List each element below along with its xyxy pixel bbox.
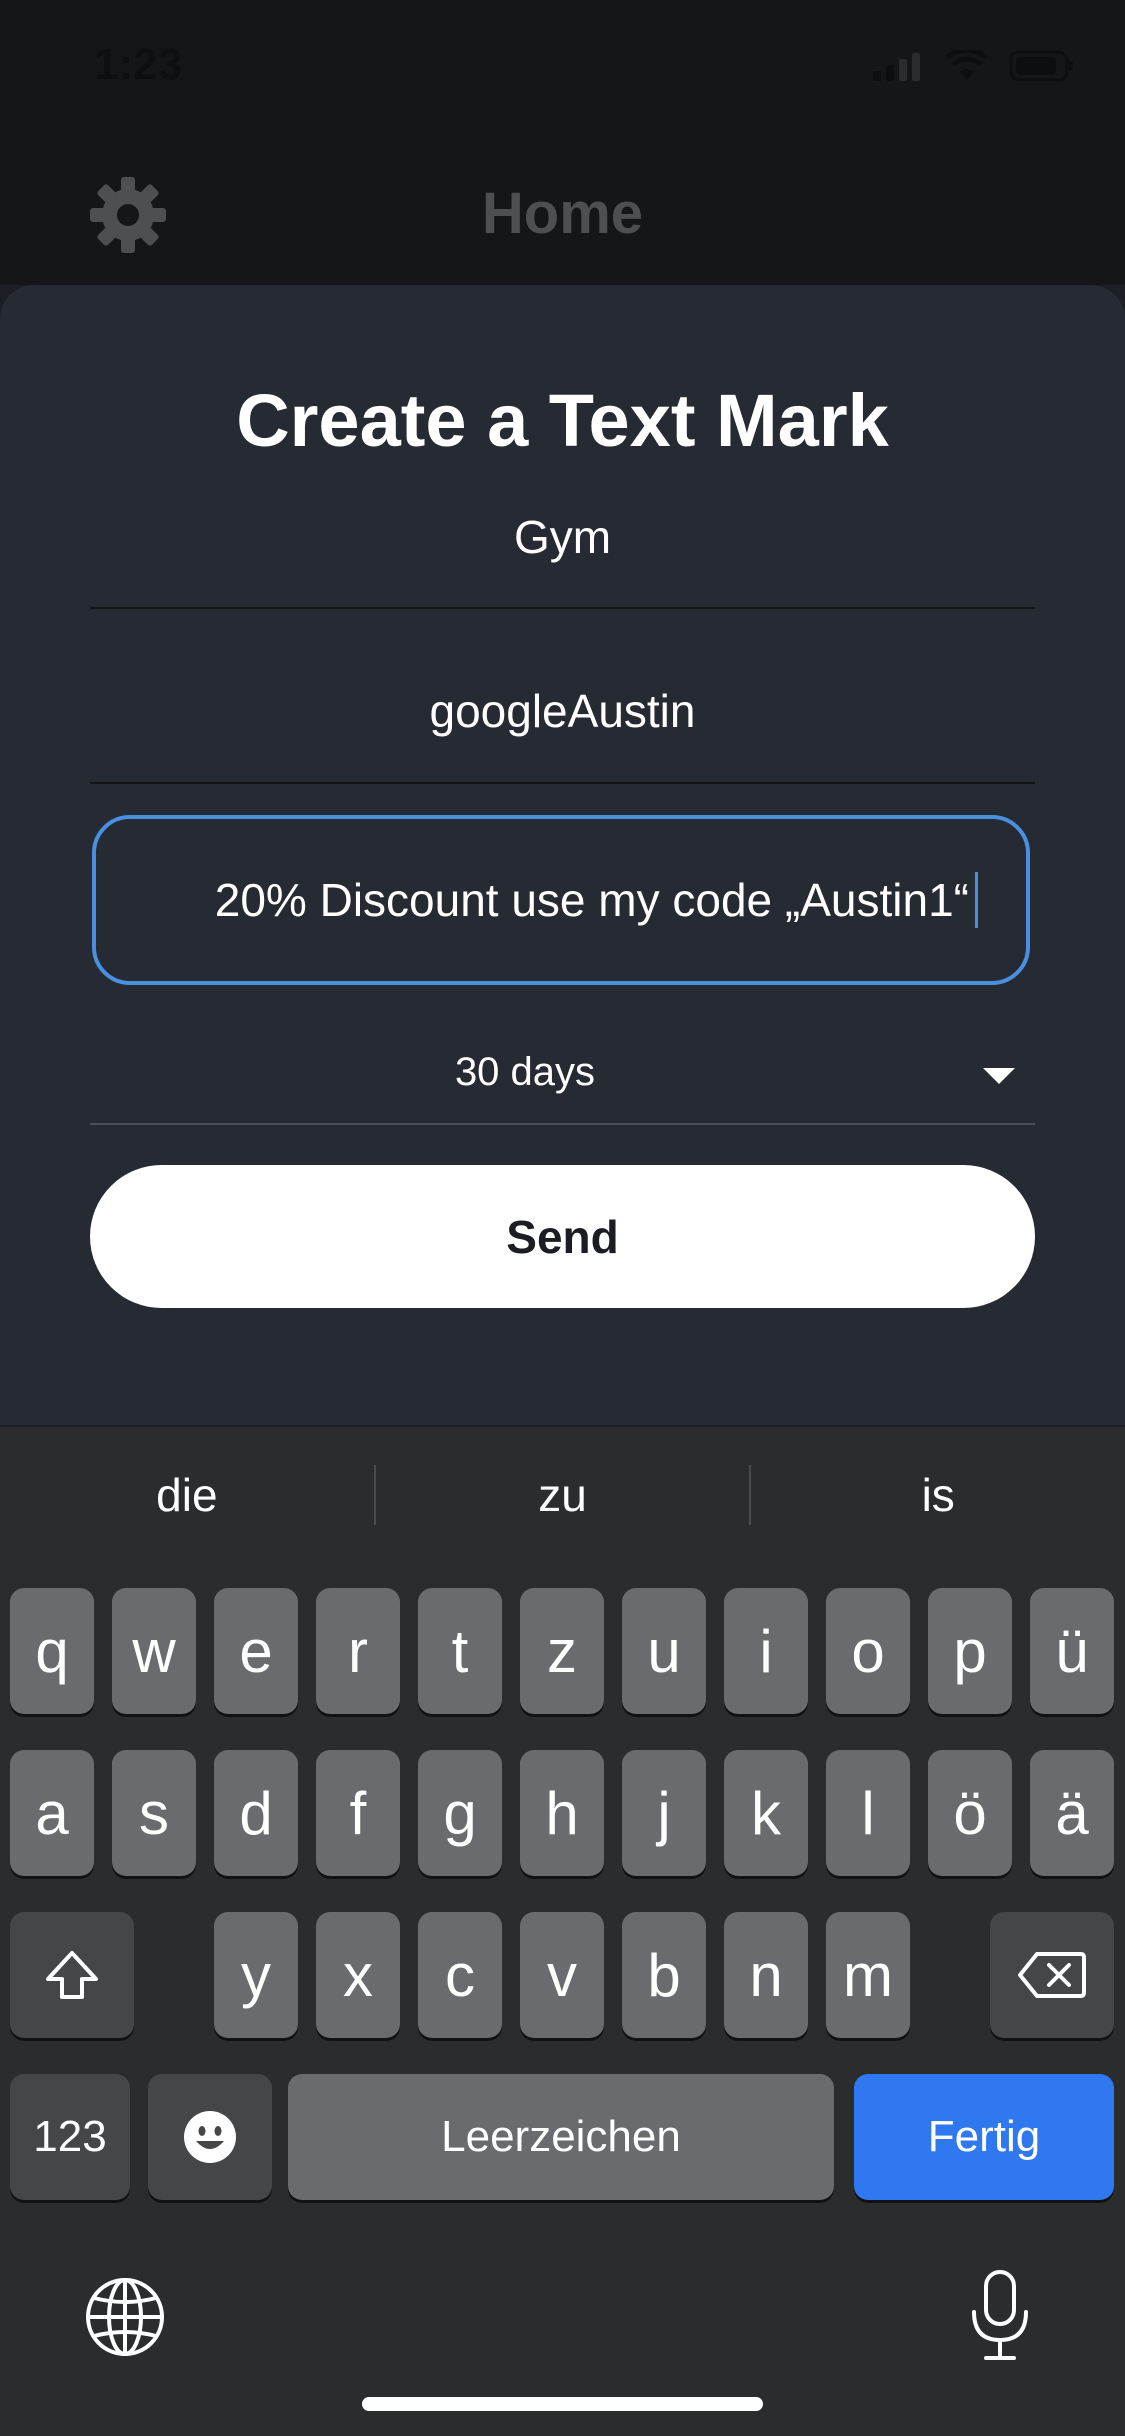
key-z[interactable]: z <box>520 1588 604 1714</box>
suggestion-item[interactable]: is <box>751 1440 1125 1550</box>
key-a-umlaut[interactable]: ä <box>1030 1750 1114 1876</box>
duration-dropdown[interactable]: 30 days <box>90 1040 1035 1120</box>
send-button[interactable]: Send <box>90 1165 1035 1308</box>
key-t[interactable]: t <box>418 1588 502 1714</box>
shift-key[interactable] <box>10 1912 134 2038</box>
home-indicator <box>362 2397 763 2411</box>
wifi-icon <box>945 50 989 80</box>
emoji-key[interactable] <box>148 2074 272 2200</box>
duration-underline <box>90 1123 1035 1125</box>
done-key[interactable]: Fertig <box>854 2074 1114 2200</box>
key-q[interactable]: q <box>10 1588 94 1714</box>
key-w[interactable]: w <box>112 1588 196 1714</box>
key-u[interactable]: u <box>622 1588 706 1714</box>
status-icons <box>873 50 1075 82</box>
key-g[interactable]: g <box>418 1750 502 1876</box>
suggestion-item[interactable]: die <box>0 1440 374 1550</box>
key-h[interactable]: h <box>520 1750 604 1876</box>
key-a[interactable]: a <box>10 1750 94 1876</box>
key-u-umlaut[interactable]: ü <box>1030 1588 1114 1714</box>
status-time: 1:23 <box>94 40 183 89</box>
emoji-icon <box>184 2111 236 2163</box>
key-x[interactable]: x <box>316 1912 400 2038</box>
name-field-underline <box>90 607 1035 609</box>
key-f[interactable]: f <box>316 1750 400 1876</box>
key-l[interactable]: l <box>826 1750 910 1876</box>
space-key[interactable]: Leerzeichen <box>288 2074 834 2200</box>
battery-icon <box>1009 50 1073 82</box>
key-k[interactable]: k <box>724 1750 808 1876</box>
key-p[interactable]: p <box>928 1588 1012 1714</box>
sheet-title: Create a Text Mark <box>236 379 889 462</box>
chevron-down-icon <box>983 1068 1015 1084</box>
key-v[interactable]: v <box>520 1912 604 2038</box>
key-d[interactable]: d <box>214 1750 298 1876</box>
user-field-underline <box>90 782 1035 784</box>
globe-icon[interactable] <box>84 2276 166 2358</box>
key-y[interactable]: y <box>214 1912 298 2038</box>
key-c[interactable]: c <box>418 1912 502 2038</box>
backspace-key[interactable] <box>990 1912 1114 2038</box>
signal-icon <box>873 53 920 81</box>
text-cursor <box>975 872 978 928</box>
numbers-key[interactable]: 123 <box>10 2074 130 2200</box>
backspace-icon <box>1018 1952 1086 1998</box>
key-s[interactable]: s <box>112 1750 196 1876</box>
microphone-icon[interactable] <box>966 2268 1034 2364</box>
name-field[interactable]: Gym <box>90 510 1035 564</box>
user-field[interactable]: googleAustin <box>90 684 1035 738</box>
key-e[interactable]: e <box>214 1588 298 1714</box>
key-b[interactable]: b <box>622 1912 706 2038</box>
key-o[interactable]: o <box>826 1588 910 1714</box>
shift-icon <box>46 1951 98 1999</box>
key-j[interactable]: j <box>622 1750 706 1876</box>
page-title: Home <box>481 181 644 246</box>
message-input[interactable]: 20% Discount use my code „Austin1“ <box>92 815 1030 985</box>
key-m[interactable]: m <box>826 1912 910 2038</box>
key-r[interactable]: r <box>316 1588 400 1714</box>
status-bar: 1:23 <box>0 0 1125 140</box>
suggestion-item[interactable]: zu <box>376 1440 750 1550</box>
message-text: 20% Discount use my code „Austin1“ <box>214 874 969 926</box>
duration-value: 30 days <box>454 1050 596 1094</box>
key-i[interactable]: i <box>724 1588 808 1714</box>
key-n[interactable]: n <box>724 1912 808 2038</box>
suggestion-bar: die zu is <box>0 1440 1125 1550</box>
key-o-umlaut[interactable]: ö <box>928 1750 1012 1876</box>
